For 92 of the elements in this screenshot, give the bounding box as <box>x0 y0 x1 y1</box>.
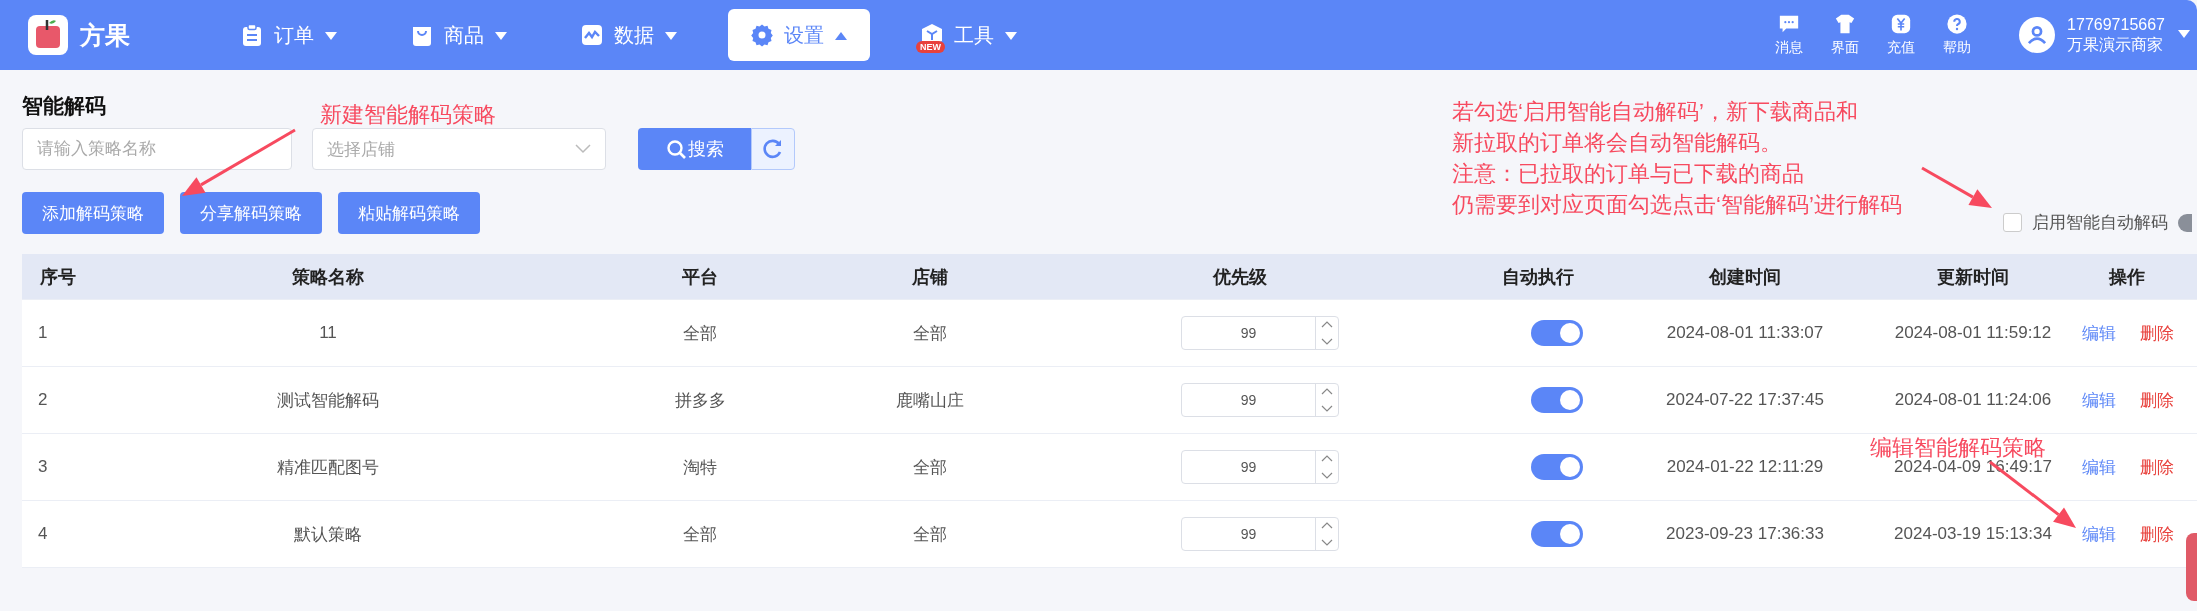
table-cell: 11 <box>319 323 337 343</box>
chevron-down-icon <box>575 144 591 154</box>
number-input[interactable]: 99 <box>1181 517 1339 551</box>
toolbar-button[interactable]: 界面 <box>1831 13 1860 57</box>
delete-link[interactable]: 删除 <box>2140 455 2174 479</box>
clipboard-icon <box>240 23 264 47</box>
line-chart-icon <box>580 23 604 47</box>
toolbar-button[interactable]: 充值 <box>1887 13 1916 57</box>
table-cell-text: 全部 <box>683 322 717 345</box>
table-cell: 2024-08-01 11:33:07 <box>1666 323 1824 343</box>
edit-link[interactable]: 编辑 <box>2082 321 2116 345</box>
table-cell-text: 测试智能解码 <box>277 389 379 412</box>
toggle-switch[interactable] <box>1531 387 1583 413</box>
column-header: 店铺 <box>912 265 948 289</box>
delete-link[interactable]: 删除 <box>2140 522 2174 546</box>
page-title: 智能解码 <box>22 93 106 119</box>
toggle-switch[interactable] <box>1531 320 1583 346</box>
column-header: 创建时间 <box>1709 265 1781 289</box>
action-button[interactable]: 分享解码策略 <box>180 192 322 234</box>
column-header: 优先级 <box>1213 265 1267 289</box>
search-button[interactable]: 搜索 <box>638 128 751 170</box>
action-button[interactable]: 粘贴解码策略 <box>338 192 480 234</box>
search-icon <box>665 139 686 159</box>
column-header: 序号 <box>40 265 76 289</box>
table-cell-text: 全部 <box>683 523 717 546</box>
shop-select[interactable]: 选择店铺 <box>312 128 606 170</box>
table-cell: 3 <box>38 457 48 477</box>
number-input[interactable]: 99 <box>1181 383 1339 417</box>
table-cell-text: 全部 <box>913 322 947 345</box>
caret-icon <box>324 29 338 42</box>
action-button[interactable]: 添加解码策略 <box>22 192 164 234</box>
table-cell-text: 精准匹配图号 <box>277 456 379 479</box>
toolbar-button[interactable]: 消息 <box>1775 13 1804 57</box>
column-header: 操作 <box>2108 265 2145 289</box>
user-phone: 17769715667 <box>2067 15 2165 35</box>
refresh-icon <box>762 138 784 160</box>
delete-link[interactable]: 删除 <box>2140 321 2174 345</box>
checkbox[interactable] <box>2003 213 2022 232</box>
nav-menu-item[interactable]: 订单 <box>218 9 360 61</box>
search-field[interactable]: 请输入策略名称 <box>22 128 292 170</box>
caret-icon[interactable] <box>2177 28 2191 40</box>
help-icon[interactable] <box>2178 213 2192 232</box>
number-input[interactable]: 99 <box>1181 450 1339 484</box>
new-badge: NEW <box>916 41 945 53</box>
table-cell: 2024-08-01 11:59:12 <box>1894 323 2052 343</box>
yen-icon <box>1890 13 1913 35</box>
table-cell: 2 <box>38 390 48 410</box>
table-cell: 2024-03-19 15:13:34 <box>1894 524 2052 544</box>
table-cell-text: 淘特 <box>683 456 717 479</box>
caret-icon <box>664 29 678 42</box>
annotation-text: 新建智能解码策略 <box>320 101 496 129</box>
help-icon <box>1946 13 1969 35</box>
annotation-text: 编辑智能解码策略 <box>1870 434 2046 460</box>
shirt-icon <box>1834 13 1857 35</box>
delete-link[interactable]: 删除 <box>2140 388 2174 412</box>
table-cell: 2024-08-01 11:24:06 <box>1894 390 2052 410</box>
nav-menu-item[interactable]: 商品 <box>388 9 530 61</box>
settings-icon <box>750 23 774 47</box>
user-name: 万果演示商家 <box>2067 35 2165 55</box>
avatar-icon[interactable] <box>2019 17 2056 53</box>
toggle-switch[interactable] <box>1531 521 1583 547</box>
table-cell-text: 全部 <box>913 456 947 479</box>
edit-link[interactable]: 编辑 <box>2082 455 2116 479</box>
table-cell-text: 默认策略 <box>294 523 362 546</box>
column-header: 平台 <box>682 265 718 289</box>
table-cell-text: 鹿嘴山庄 <box>896 389 964 412</box>
caret-icon <box>1004 29 1018 42</box>
edit-link[interactable]: 编辑 <box>2082 388 2116 412</box>
table-cell: 2023-09-23 17:36:33 <box>1666 524 1824 544</box>
caret-icon <box>494 29 508 42</box>
column-header: 更新时间 <box>1937 265 2009 289</box>
table-cell: 2024-01-22 12:11:29 <box>1666 457 1824 477</box>
number-input[interactable]: 99 <box>1181 316 1339 350</box>
nav-menu-item[interactable]: NEW 工具 <box>898 9 1040 61</box>
column-header: 策略名称 <box>292 265 364 289</box>
table-cell-text: 全部 <box>913 523 947 546</box>
refresh-button[interactable] <box>751 128 795 170</box>
toolbar-button[interactable]: 帮助 <box>1943 13 1972 57</box>
arrow <box>1921 166 1992 208</box>
brand-name: 方果 <box>80 19 130 51</box>
nav-menu-item[interactable]: 设置 <box>728 9 870 61</box>
nav-menu-item[interactable]: 数据 <box>558 9 700 61</box>
table-cell: 1 <box>38 323 48 343</box>
column-header: 自动执行 <box>1502 265 1574 289</box>
annotation-text: 若勾选‘启用智能自动解码’，新下载商品和 新拉取的订单将会自动智能解码。 注意：已拉取的订单与已下载的商品 仍需要到对应页面勾选点击‘智能解码’进行解码 <box>1452 98 1902 219</box>
table-cell-text: 拼多多 <box>674 389 726 412</box>
table-cell: 4 <box>38 524 48 544</box>
checkbox-label: 启用智能自动解码 <box>2032 212 2168 234</box>
edit-link[interactable]: 编辑 <box>2082 522 2116 546</box>
logo-icon <box>28 15 68 55</box>
toggle-switch[interactable] <box>1531 454 1583 480</box>
table-cell: 2024-07-22 17:37:45 <box>1666 390 1824 410</box>
